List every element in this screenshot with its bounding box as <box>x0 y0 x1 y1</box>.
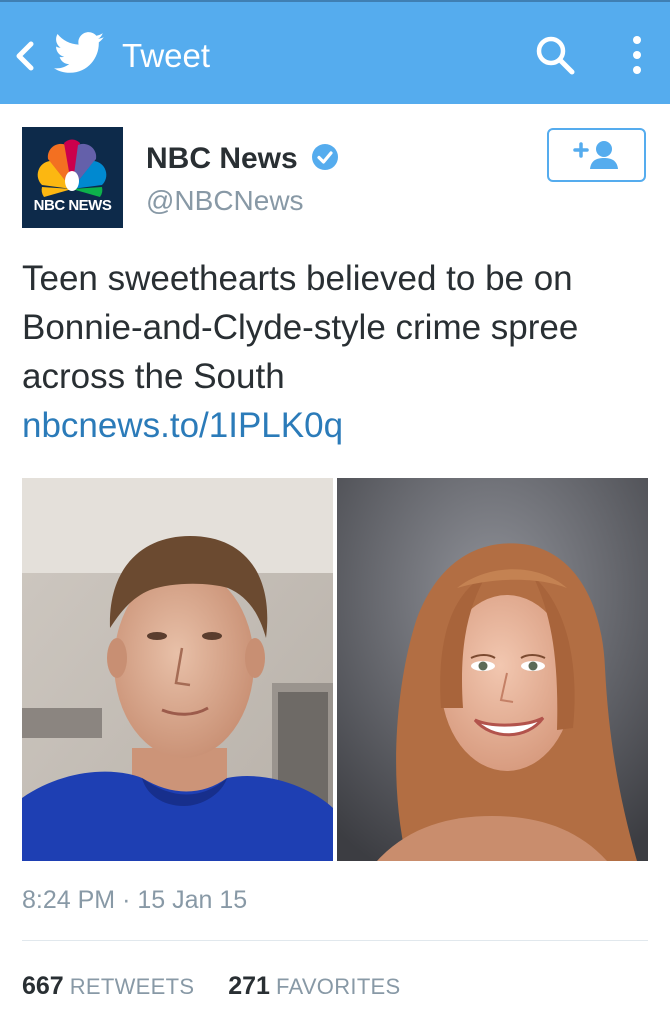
smiling-young-woman-portrait-photo[interactable] <box>337 478 648 861</box>
tweet-media[interactable] <box>22 478 648 861</box>
timestamp-separator: · <box>122 886 131 914</box>
twitter-bird-icon <box>54 32 104 73</box>
favorites-count: 271 <box>228 972 270 1000</box>
tweet-link[interactable]: nbcnews.to/1IPLK0q <box>22 401 652 450</box>
page-title: Tweet <box>122 37 211 74</box>
author-name[interactable]: NBC News <box>146 140 298 178</box>
author-handle[interactable]: @NBCNews <box>146 184 304 218</box>
verified-badge-icon <box>312 144 338 170</box>
retweets-count: 667 <box>22 972 64 1000</box>
follow-button[interactable] <box>547 128 646 182</box>
tweet-text: Teen sweethearts believed to be on Bonni… <box>22 259 579 396</box>
tweet-time: 8:24 PM <box>22 886 116 914</box>
divider <box>22 940 648 941</box>
avatar-label: NBC NEWS <box>33 197 112 214</box>
add-user-icon <box>573 141 618 169</box>
young-man-in-blue-shirt-photo[interactable] <box>22 478 333 861</box>
tweet-stats: 667 RETWEETS 271 FAVORITES <box>22 970 401 1003</box>
author-avatar[interactable]: NBC NEWS <box>22 127 123 228</box>
top-bar: Tweet <box>0 0 670 104</box>
vertical-dots-icon[interactable] <box>622 32 652 78</box>
favorites-stat[interactable]: 271 FAVORITES <box>228 972 400 1000</box>
tweet-date: 15 Jan 15 <box>137 886 248 914</box>
chevron-left-icon[interactable] <box>12 36 38 76</box>
tweet-text-block: Teen sweethearts believed to be on Bonni… <box>22 254 652 450</box>
tweet-timestamp: 8:24 PM · 15 Jan 15 <box>22 886 247 915</box>
retweets-label: RETWEETS <box>69 974 195 999</box>
retweets-stat[interactable]: 667 RETWEETS <box>22 972 201 1000</box>
favorites-label: FAVORITES <box>275 974 401 999</box>
search-icon[interactable] <box>532 32 578 78</box>
